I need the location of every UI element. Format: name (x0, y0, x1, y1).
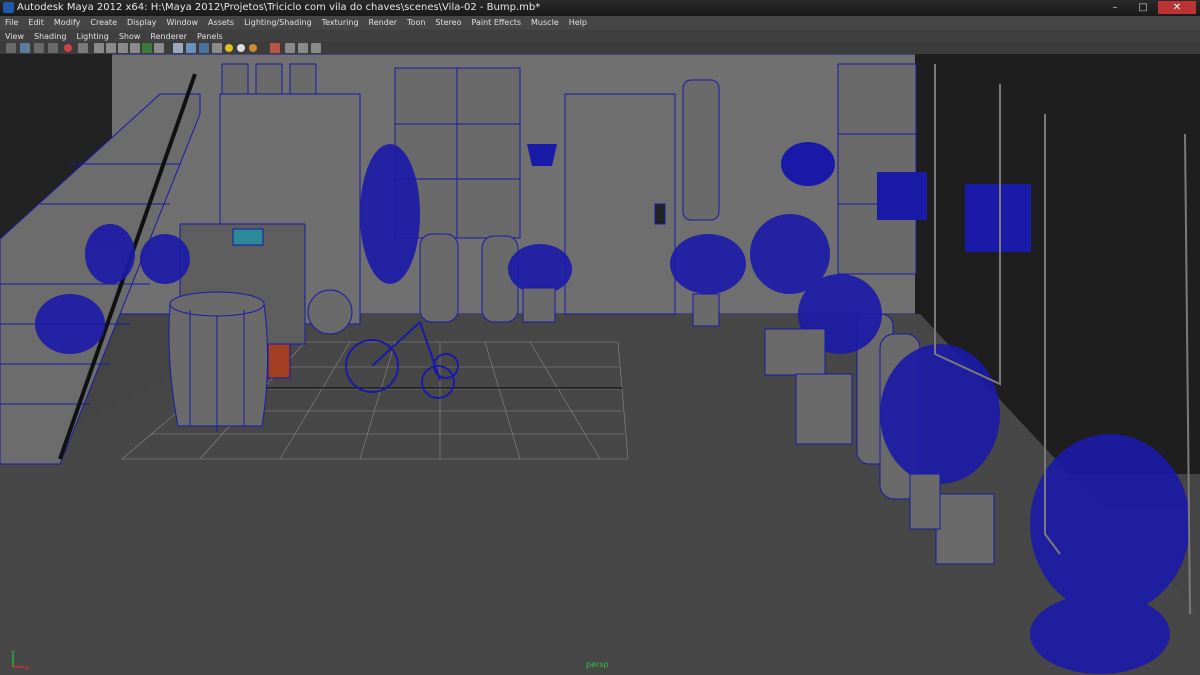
resolution-gate-icon[interactable] (106, 43, 116, 53)
2d-pan-zoom-icon[interactable] (64, 44, 72, 52)
menu-toon[interactable]: Toon (402, 16, 430, 29)
menu-render[interactable]: Render (364, 16, 402, 29)
camera-name-label: persp (586, 660, 609, 669)
menu-create[interactable]: Create (85, 16, 122, 29)
grid-icon[interactable] (78, 43, 88, 53)
menu-texturing[interactable]: Texturing (317, 16, 364, 29)
bookmark-icon[interactable] (34, 43, 44, 53)
gate-mask-icon[interactable] (118, 43, 128, 53)
main-menu-bar: File Edit Modify Create Display Window A… (0, 16, 1200, 29)
wireframe-on-shaded-icon[interactable] (199, 43, 209, 53)
menu-display[interactable]: Display (122, 16, 162, 29)
xray-joints-icon[interactable] (298, 43, 308, 53)
window-right (837, 63, 917, 275)
water-heater (682, 79, 720, 221)
field-chart-icon[interactable] (130, 43, 140, 53)
smooth-shade-icon[interactable] (186, 43, 196, 53)
menu-stereo[interactable]: Stereo (430, 16, 466, 29)
panel-toolbar (0, 42, 1200, 54)
select-camera-icon[interactable] (6, 43, 16, 53)
film-gate-icon[interactable] (94, 43, 104, 53)
safe-title-icon[interactable] (154, 43, 164, 53)
barrel (168, 291, 269, 432)
svg-text:y: y (11, 649, 15, 656)
wireframe-icon[interactable] (173, 43, 183, 53)
view-axis-indicator: y x (9, 649, 29, 671)
minimize-button[interactable]: – (1102, 1, 1128, 14)
menu-paint-effects[interactable]: Paint Effects (467, 16, 527, 29)
menu-window[interactable]: Window (162, 16, 204, 29)
textured-icon[interactable] (212, 43, 222, 53)
close-button[interactable]: ✕ (1158, 1, 1196, 14)
menu-file[interactable]: File (0, 16, 23, 29)
perspective-viewport[interactable]: y x persp (0, 54, 1200, 675)
door (564, 93, 676, 315)
isolate-select-icon[interactable] (270, 43, 280, 53)
menu-muscle[interactable]: Muscle (526, 16, 564, 29)
window-controls: – □ ✕ (1102, 1, 1196, 14)
all-lights-icon[interactable] (237, 44, 245, 52)
shadows-icon[interactable] (249, 44, 257, 52)
default-lighting-icon[interactable] (225, 44, 233, 52)
share-icon[interactable] (311, 43, 321, 53)
viewport-scene (0, 54, 1200, 675)
menu-help[interactable]: Help (564, 16, 592, 29)
menu-assets[interactable]: Assets (203, 16, 239, 29)
menu-lighting-shading[interactable]: Lighting/Shading (239, 16, 317, 29)
camera-attributes-icon[interactable] (20, 43, 30, 53)
maya-app-icon (3, 2, 14, 13)
safe-action-icon[interactable] (142, 43, 152, 53)
menu-edit[interactable]: Edit (23, 16, 49, 29)
image-plane-icon[interactable] (48, 43, 58, 53)
title-bar: Autodesk Maya 2012 x64: H:\Maya 2012\Pro… (0, 0, 1200, 16)
ball (307, 289, 353, 335)
menu-modify[interactable]: Modify (49, 16, 86, 29)
xray-icon[interactable] (285, 43, 295, 53)
window-title: Autodesk Maya 2012 x64: H:\Maya 2012\Pro… (17, 2, 541, 13)
svg-text:x: x (25, 664, 29, 671)
maximize-button[interactable]: □ (1130, 1, 1156, 14)
